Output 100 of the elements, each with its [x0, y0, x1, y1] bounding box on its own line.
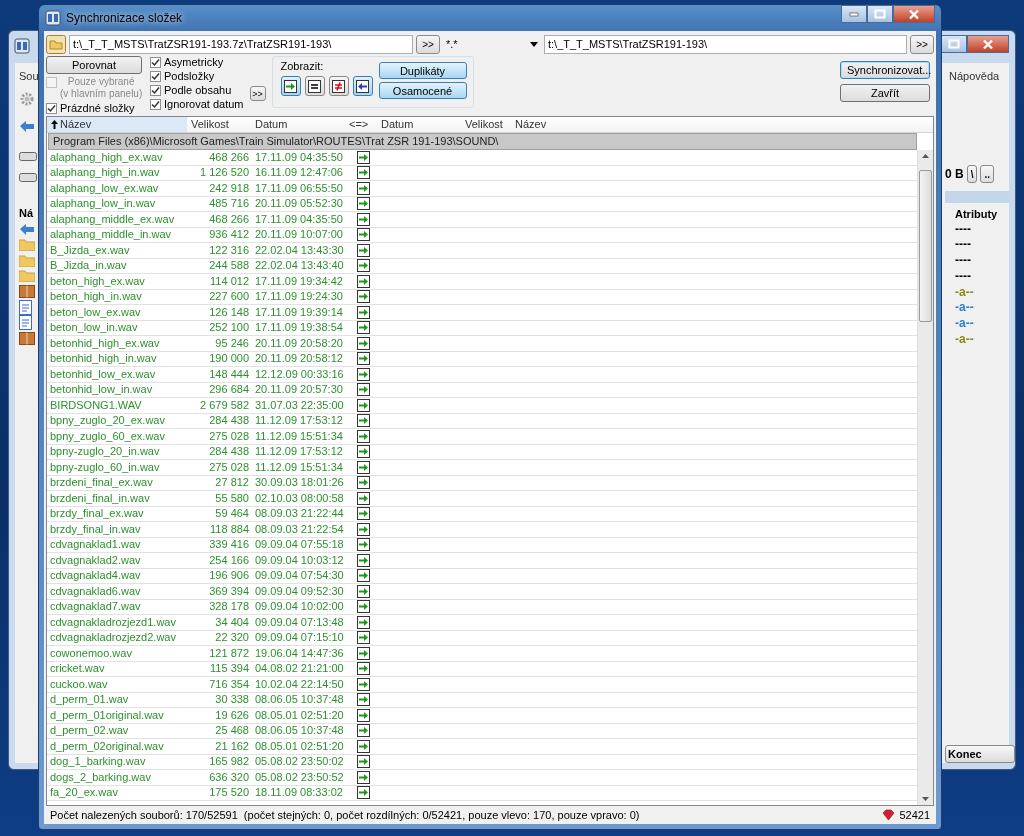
close-button[interactable]: [893, 5, 935, 23]
scrollbar[interactable]: [917, 150, 933, 805]
file-name[interactable]: bpny-zuglo_20_in.wav: [47, 445, 187, 459]
checkbox-label: Podsložky: [164, 70, 215, 82]
checkbox-label: Asymetricky: [164, 56, 224, 68]
checkbox[interactable]: [150, 99, 161, 110]
filter-combobox[interactable]: *.*: [443, 34, 541, 54]
file-name[interactable]: alaphang_high_in.wav: [47, 166, 187, 180]
exit-button[interactable]: Konec: [945, 745, 1015, 763]
file-name[interactable]: betonhid_high_ex.wav: [47, 336, 187, 350]
file-size: 55 580: [214, 491, 250, 505]
file-name[interactable]: cdvagnaklad7.wav: [47, 600, 187, 614]
menu-item[interactable]: Sou: [19, 67, 39, 85]
file-name[interactable]: B_Jizda_in.wav: [47, 259, 187, 273]
browse-button[interactable]: >>: [416, 34, 440, 54]
file-name[interactable]: cdvagnaklad4.wav: [47, 569, 187, 583]
file-name[interactable]: betonhid_low_in.wav: [47, 383, 187, 397]
drive-button[interactable]: \: [966, 165, 978, 183]
close-button[interactable]: [967, 35, 1009, 53]
filter-button[interactable]: Duplikáty: [378, 62, 467, 79]
browse-button[interactable]: >>: [910, 34, 934, 54]
path-field[interactable]: t:\_T_T_MSTS\TratZSR191-193\: [544, 34, 907, 54]
file-name[interactable]: alaphang_low_in.wav: [47, 197, 187, 211]
column-header[interactable]: Název: [511, 117, 933, 132]
file-name[interactable]: d_perm_02original.wav: [47, 739, 187, 753]
window-title: Synchronizace složek: [66, 11, 184, 25]
maximize-button[interactable]: [941, 35, 967, 53]
file-date: 22.02.04 13:43:30: [254, 243, 345, 257]
file-name[interactable]: cdvagnaklad2.wav: [47, 553, 187, 567]
file-name[interactable]: cdvagnaklad6.wav: [47, 584, 187, 598]
file-name[interactable]: bpny_zuglo_60_ex.wav: [47, 429, 187, 443]
column-header[interactable]: Atributy: [945, 206, 998, 222]
file-name[interactable]: beton_low_ex.wav: [47, 305, 187, 319]
column-header[interactable]: Velikost: [461, 117, 511, 132]
file-date: 17.11.09 06:55:50: [254, 181, 344, 195]
file-name[interactable]: alaphang_middle_ex.wav: [47, 212, 187, 226]
drive-icon[interactable]: [19, 150, 37, 162]
checkbox[interactable]: [150, 57, 161, 68]
file-name[interactable]: brzdeni_final_ex.wav: [47, 476, 187, 490]
file-name[interactable]: B_Jizda_ex.wav: [47, 243, 187, 257]
file-size: 296 684: [208, 383, 250, 397]
file-name[interactable]: brzdy_final_in.wav: [47, 522, 187, 536]
column-header[interactable]: Velikost: [187, 117, 251, 132]
file-name[interactable]: alaphang_low_ex.wav: [47, 181, 187, 195]
copy-right-icon: [357, 352, 370, 366]
folder-icon[interactable]: [46, 34, 66, 54]
file-name[interactable]: fa_20_ex.wav: [47, 786, 187, 800]
file-name[interactable]: cricket.wav: [47, 662, 187, 676]
drive-button[interactable]: ..: [980, 165, 995, 183]
compare-button[interactable]: Porovnat: [46, 56, 142, 74]
column-header[interactable]: Název: [47, 117, 187, 132]
file-name[interactable]: d_perm_02.wav: [47, 724, 187, 738]
filter-toggle[interactable]: [280, 76, 301, 96]
filter-toggle[interactable]: [304, 76, 325, 96]
file-name[interactable]: dogs_2_barking.wav: [47, 770, 187, 784]
copy-right-icon: [357, 646, 370, 660]
column-header[interactable]: Datum: [251, 117, 345, 132]
column-header[interactable]: Datum: [377, 117, 461, 132]
folder-path: Program Files (x86)\Microsoft Games\Train Simulator\ROUTES\Trat ZSR 191-193\SOUND\: [48, 133, 917, 150]
filter-toggle[interactable]: [328, 76, 349, 96]
drive-icon[interactable]: [19, 171, 37, 183]
file-name[interactable]: bpny_zuglo_20_ex.wav: [47, 414, 187, 428]
more-button[interactable]: >>: [249, 86, 266, 101]
file-size: 34 404: [214, 615, 250, 629]
file-name[interactable]: betonhid_high_in.wav: [47, 352, 187, 366]
file-name[interactable]: d_perm_01original.wav: [47, 708, 187, 722]
checkbox[interactable]: [150, 71, 161, 82]
column-header[interactable]: Ná: [19, 206, 34, 221]
file-name[interactable]: cdvagnakladrozjezd1.wav: [47, 615, 187, 629]
action-button[interactable]: Zavřít: [840, 84, 930, 102]
back-arrow-icon[interactable]: [19, 120, 35, 132]
path-field[interactable]: t:\_T_T_MSTS\TratZSR191-193.7z\TratZSR191-193\: [69, 34, 413, 54]
checkbox[interactable]: [150, 85, 161, 96]
filter-button[interactable]: Osamocené: [378, 82, 467, 99]
file-name[interactable]: dog_1_barking.wav: [47, 755, 187, 769]
scrollbar-thumb[interactable]: [919, 170, 932, 322]
minimize-button[interactable]: [841, 5, 867, 23]
copy-right-icon: [357, 181, 370, 195]
file-name[interactable]: d_perm_01.wav: [47, 693, 187, 707]
file-name[interactable]: brzdeni_final_in.wav: [47, 491, 187, 505]
file-name[interactable]: brzdy_final_ex.wav: [47, 507, 187, 521]
file-name[interactable]: cdvagnakladrozjezd2.wav: [47, 631, 187, 645]
menu-item[interactable]: Nápověda: [945, 67, 1000, 85]
file-name[interactable]: beton_high_in.wav: [47, 290, 187, 304]
file-name[interactable]: cdvagnaklad1.wav: [47, 538, 187, 552]
checkbox[interactable]: [46, 103, 57, 114]
maximize-button[interactable]: [867, 5, 893, 23]
maximize-icon: [874, 9, 886, 19]
file-name[interactable]: bpny-zuglo_60_in.wav: [47, 460, 187, 474]
column-header[interactable]: <=>: [345, 117, 377, 132]
file-name[interactable]: cuckoo.wav: [47, 677, 187, 691]
file-name[interactable]: BIRDSONG1.WAV: [47, 398, 187, 412]
file-name[interactable]: beton_low_in.wav: [47, 321, 187, 335]
filter-toggle[interactable]: [352, 76, 373, 96]
file-name[interactable]: betonhid_low_ex.wav: [47, 367, 187, 381]
file-name[interactable]: beton_high_ex.wav: [47, 274, 187, 288]
copy-right-icon: [357, 367, 370, 381]
file-name[interactable]: alaphang_middle_in.wav: [47, 228, 187, 242]
file-name[interactable]: alaphang_high_ex.wav: [47, 150, 187, 164]
file-name[interactable]: cowonemoo.wav: [47, 646, 187, 660]
